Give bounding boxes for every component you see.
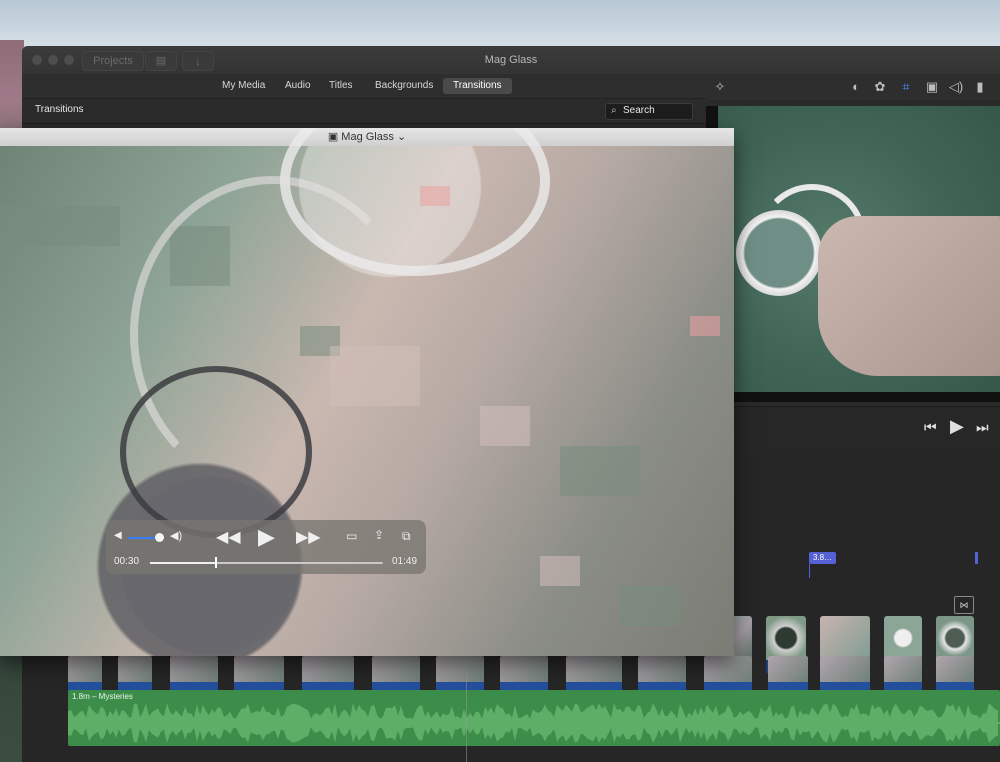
viewer	[706, 106, 1000, 402]
search-icon: ⌕	[611, 105, 617, 116]
play-button[interactable]: ▶	[258, 524, 275, 550]
media-browser-button[interactable]: ▤	[145, 51, 177, 71]
desktop-sky	[0, 0, 1000, 46]
film-strip-icon: ▤	[155, 55, 167, 67]
pixelation-block	[690, 316, 720, 336]
tab-titles[interactable]: Titles	[319, 78, 363, 94]
color-palette-icon[interactable]: ✿	[872, 79, 888, 95]
picture-in-picture-icon[interactable]: ⧉	[402, 529, 411, 544]
audio-track[interactable]: 1.8m – Mysteries	[68, 690, 1000, 746]
magic-wand-icon[interactable]: ✧	[712, 79, 728, 95]
tab-my-media[interactable]: My Media	[212, 78, 275, 94]
viewer-controls: ⏮ ▶ ⏭	[706, 406, 1000, 451]
video-frame[interactable]	[0, 128, 734, 656]
pixelation-block	[620, 586, 680, 626]
search-field[interactable]: ⌕ Search	[605, 103, 693, 120]
pixelation-block	[0, 206, 120, 246]
transition-icon[interactable]: ⋈	[954, 596, 974, 614]
clip-duration-badge: 3.8…	[809, 552, 837, 564]
hand-image	[818, 216, 1000, 376]
scrub-playhead[interactable]	[215, 557, 217, 568]
search-placeholder: Search	[623, 105, 655, 116]
pixelation-block	[540, 556, 580, 586]
volume-icon[interactable]: ◁)	[948, 79, 964, 95]
scrub-bar-progress	[150, 562, 215, 564]
tab-backgrounds[interactable]: Backgrounds	[365, 78, 443, 94]
skip-forward-icon[interactable]: ⏭	[976, 419, 989, 436]
tab-audio[interactable]: Audio	[275, 78, 321, 94]
browser-tabs: My Media Audio Titles Backgrounds Transi…	[22, 74, 706, 98]
adjustment-toolbar: ✧ ◐ ✿ ⌗ ▣ ◁) ▮	[706, 74, 1000, 100]
section-title: Transitions	[35, 104, 84, 115]
projects-button[interactable]: Projects	[82, 51, 144, 71]
volume-knob[interactable]	[155, 533, 164, 542]
fast-forward-icon[interactable]: ▶▶	[296, 527, 321, 547]
playback-controls: ◀ ◀) ◀◀ ▶ ▶▶ ▭ ⇪ ⧉ 00:30 01:49	[106, 520, 426, 574]
browser-header: Transitions ⌕ Search	[22, 98, 706, 124]
import-button[interactable]: ↓	[182, 51, 214, 71]
stabilization-camera-icon[interactable]: ▣	[924, 79, 940, 95]
duration: 01:49	[392, 556, 418, 567]
clip-badge-pointer	[809, 564, 810, 578]
equalizer-icon[interactable]: ▮	[972, 79, 988, 95]
current-time: 00:30	[114, 556, 140, 567]
download-arrow-icon: ↓	[195, 54, 201, 68]
share-icon[interactable]: ⇪	[374, 528, 384, 542]
viewer-video-frame	[718, 106, 1000, 392]
skip-back-icon[interactable]: ⏮	[924, 419, 937, 436]
pixelation-block	[560, 446, 640, 496]
quicktime-window: ▣ Mag Glass ⌄ ◀ ◀) ◀◀ ▶ ▶▶ ▭ ⇪ ⧉ 00:30 0…	[0, 128, 734, 656]
airplay-icon[interactable]: ▭	[346, 529, 357, 543]
magnifier-lens	[120, 366, 312, 538]
clip-badge-edge	[975, 552, 978, 564]
title-bar: Mag Glass Projects ▤ ↓	[22, 46, 1000, 75]
pixelation-block	[480, 406, 530, 446]
play-icon[interactable]: ▶	[950, 416, 964, 437]
volume-low-icon: ◀	[114, 530, 122, 541]
color-balance-icon[interactable]: ◐	[848, 79, 864, 95]
tab-transitions[interactable]: Transitions	[443, 78, 512, 94]
crop-icon[interactable]: ⌗	[898, 79, 914, 95]
rewind-icon[interactable]: ◀◀	[216, 527, 241, 547]
audio-waveform	[68, 703, 1000, 743]
volume-high-icon: ◀)	[170, 530, 183, 542]
